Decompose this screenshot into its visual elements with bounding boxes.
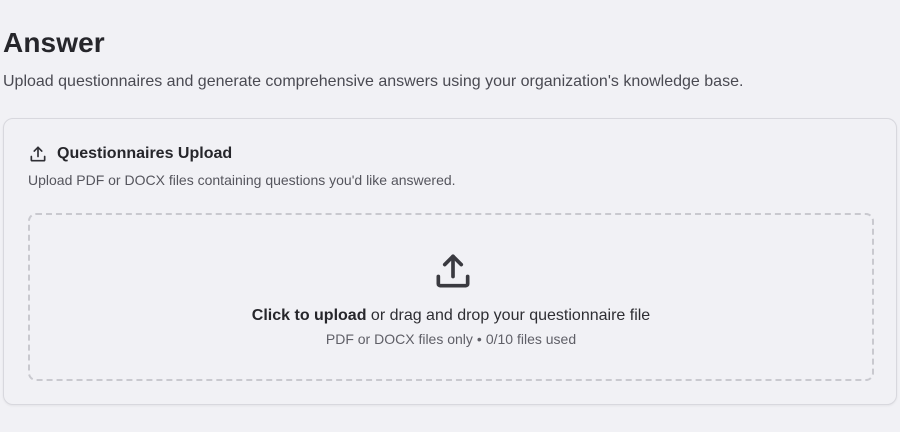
card-header: Questionnaires Upload [28, 144, 232, 164]
file-types-text: PDF or DOCX files only [325, 331, 473, 347]
file-dropzone[interactable]: Click to upload or drag and drop your qu… [28, 213, 874, 381]
upload-icon [431, 249, 475, 293]
card-title: Questionnaires Upload [57, 145, 233, 162]
separator-dot: • [476, 331, 482, 347]
drag-drop-text: or drag and drop your questionnaire file [366, 307, 651, 324]
card-description: Upload PDF or DOCX files containing ques… [28, 172, 456, 188]
file-usage-count: 0/10 files used [485, 331, 577, 347]
questionnaires-upload-card: Questionnaires Upload Upload PDF or DOCX… [3, 118, 897, 405]
page-title: Answer [3, 27, 105, 58]
answer-page: Answer Upload questionnaires and generat… [0, 0, 900, 432]
dropzone-instructions: Click to upload or drag and drop your qu… [30, 307, 872, 325]
click-to-upload-link[interactable]: Click to upload [252, 307, 367, 324]
page-subtitle: Upload questionnaires and generate compr… [3, 73, 744, 90]
upload-icon [28, 144, 48, 164]
dropzone-hint: PDF or DOCX files only • 0/10 files used [30, 331, 872, 347]
